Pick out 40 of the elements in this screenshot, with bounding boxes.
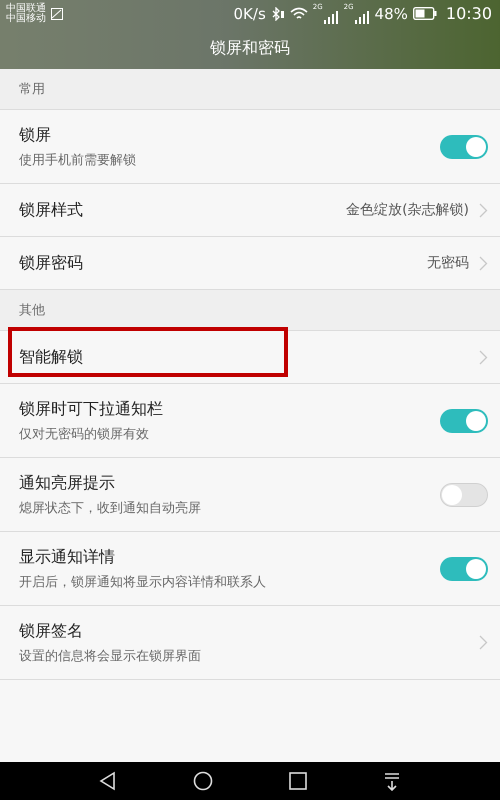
setting-description: 仅对无密码的锁屏有效 bbox=[19, 426, 150, 442]
setting-title: 显示通知详情 bbox=[19, 546, 116, 568]
section-header: 常用 bbox=[0, 69, 500, 110]
setting-title: 锁屏样式 bbox=[19, 200, 84, 220]
chevron-icon bbox=[479, 256, 488, 270]
carrier-name: 中国移动 bbox=[6, 14, 46, 24]
setting-title: 锁屏 bbox=[19, 124, 52, 146]
wifi-icon bbox=[290, 6, 308, 20]
setting-title: 锁屏密码 bbox=[19, 252, 84, 274]
setting-title: 智能解锁 bbox=[19, 346, 84, 368]
setting-description: 设置的信息将会显示在锁屏界面 bbox=[19, 648, 202, 664]
bluetooth-icon bbox=[270, 6, 285, 20]
setting-value: 金色绽放(杂志解锁) bbox=[346, 201, 469, 219]
chevron-icon bbox=[479, 635, 488, 650]
setting-title: 锁屏时可下拉通知栏 bbox=[19, 398, 164, 420]
toggle-switch[interactable] bbox=[440, 482, 488, 506]
network-speed: 0K/s bbox=[234, 4, 266, 22]
setting-title: 通知亮屏提示 bbox=[19, 472, 116, 494]
signal-icon bbox=[322, 10, 339, 24]
setting-title: 锁屏签名 bbox=[19, 620, 84, 642]
battery-icon bbox=[412, 7, 437, 20]
chevron-icon bbox=[479, 350, 488, 364]
setting-value: 无密码 bbox=[427, 254, 469, 272]
setting-description: 熄屏状态下，收到通知自动亮屏 bbox=[19, 500, 202, 516]
image-icon bbox=[51, 8, 63, 20]
chevron-icon bbox=[479, 202, 488, 218]
recent-apps-icon[interactable] bbox=[288, 772, 307, 790]
battery-percent: 48% bbox=[374, 4, 408, 22]
toggle-switch[interactable] bbox=[440, 134, 488, 158]
toggle-switch[interactable] bbox=[440, 556, 488, 580]
section-header: 其他 bbox=[0, 290, 500, 331]
toggle-switch[interactable] bbox=[440, 408, 488, 432]
home-icon[interactable] bbox=[193, 771, 214, 791]
clock: 10:30 bbox=[446, 4, 492, 23]
screen-title: 锁屏和密码 bbox=[210, 38, 290, 58]
signal-icon bbox=[354, 10, 370, 24]
back-icon[interactable] bbox=[98, 771, 118, 791]
setting-description: 开启后，锁屏通知将显示内容详情和联系人 bbox=[19, 574, 267, 590]
carrier-name: 中国联通 bbox=[6, 4, 46, 14]
setting-description: 使用手机前需要解锁 bbox=[19, 152, 137, 168]
